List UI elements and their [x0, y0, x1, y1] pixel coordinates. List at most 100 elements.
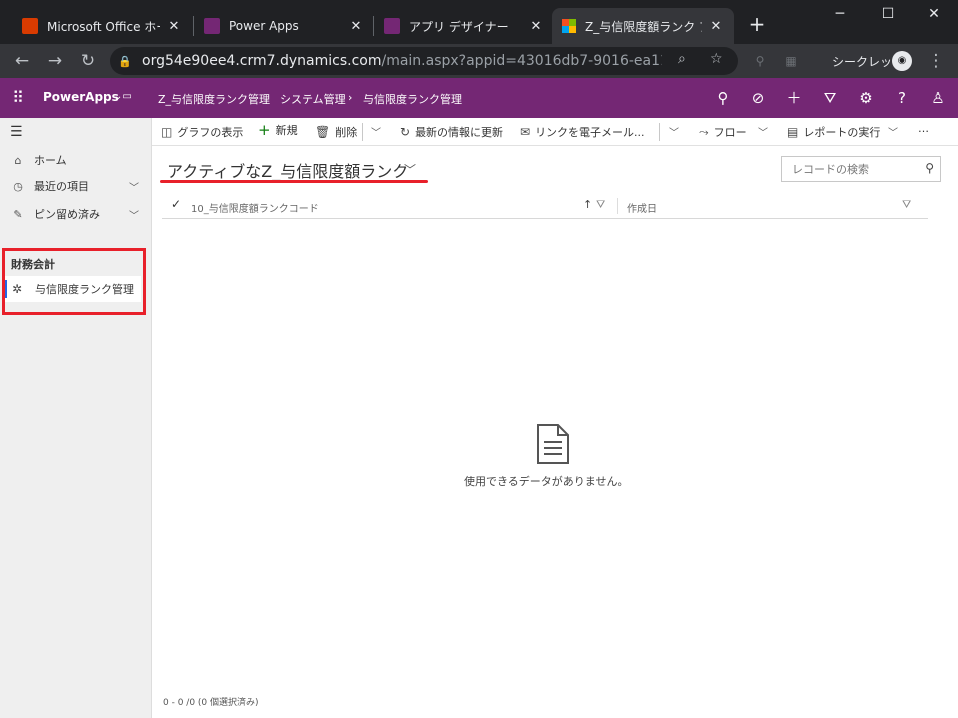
- tab-title: Z_与信限度額ランク アク: [585, 19, 702, 34]
- tab-title: Power Apps: [229, 19, 299, 33]
- divider: [659, 123, 660, 141]
- search-input[interactable]: [792, 162, 922, 176]
- browser-tab-powerapps[interactable]: Power Apps ✕: [194, 8, 374, 44]
- search-icon[interactable]: ⚲: [925, 161, 934, 175]
- select-all-checkbox[interactable]: ✓: [171, 197, 181, 211]
- email-link-button[interactable]: ✉ リンクを電子メール...: [520, 124, 645, 140]
- app-name[interactable]: PowerApps: [43, 90, 119, 104]
- column-header-code[interactable]: 10_与信限度額ランクコード: [191, 200, 319, 215]
- chevron-down-icon[interactable]: ﹀: [669, 124, 679, 139]
- forward-icon[interactable]: →: [43, 49, 67, 73]
- sidebar-item-pinned[interactable]: ✎ ピン留め済み ﹀: [0, 202, 151, 226]
- refresh-button[interactable]: ↻ 最新の情報に更新: [400, 124, 503, 140]
- filter-icon[interactable]: ⛛: [820, 88, 840, 108]
- filter-icon[interactable]: ⛛: [902, 198, 911, 212]
- add-icon: +: [258, 121, 271, 139]
- button-label: リンクを電子メール...: [535, 126, 645, 139]
- minimize-icon[interactable]: ─: [826, 6, 854, 26]
- sidebar: ☰ ⌂ ホーム ◷ 最近の項目 ﹀ ✎ ピン留め済み ﹀ 財務会計 ✲ 与信限度…: [0, 118, 152, 718]
- sidebar-item-label: 最近の項目: [34, 180, 89, 193]
- show-chart-button[interactable]: ◫ グラフの表示: [161, 124, 243, 140]
- sidebar-item-recent[interactable]: ◷ 最近の項目 ﹀: [0, 174, 151, 198]
- button-label: レポートの実行: [803, 126, 881, 139]
- microsoft-logo-icon: [562, 19, 576, 33]
- zoom-icon[interactable]: ⌕: [678, 51, 686, 67]
- sidebar-item-label: ピン留め済み: [34, 208, 100, 221]
- chevron-down-icon[interactable]: ﹀: [129, 207, 139, 222]
- chart-icon: ◫: [161, 125, 173, 139]
- breadcrumb-app[interactable]: Z_与信限度ランク管理: [158, 91, 270, 107]
- url-text[interactable]: org54e90ee4.crm7.dynamics.com/main.aspx?…: [142, 53, 662, 69]
- maximize-icon[interactable]: ☐: [874, 6, 902, 26]
- sort-ascending-icon[interactable]: ↑: [583, 198, 592, 211]
- command-bar: ◫ グラフの表示 + 新規 🗑 削除 ﹀ ↻ 最新の情報に更新 ✉ リンクを電子メール..…: [152, 118, 958, 146]
- task-icon[interactable]: ⊘: [748, 88, 768, 108]
- chevron-down-icon[interactable]: ﹀: [758, 124, 768, 139]
- button-label: 新規: [275, 124, 298, 137]
- refresh-icon: ↻: [400, 125, 411, 139]
- sidebar-item-home[interactable]: ⌂ ホーム: [0, 148, 151, 172]
- powerapps-icon: [384, 18, 400, 34]
- view-title[interactable]: アクティブなZ_与信限度額ランク: [167, 158, 408, 182]
- window-close-icon[interactable]: ✕: [920, 6, 948, 26]
- browser-tab-active[interactable]: Z_与信限度額ランク アク ✕: [552, 8, 734, 44]
- run-report-button[interactable]: ▤ レポートの実行: [787, 124, 880, 140]
- extension-icon[interactable]: ▦: [779, 49, 803, 73]
- app-header: ⠿ PowerApps ⌄▭ Z_与信限度ランク管理 システム管理 › 与信限度…: [0, 78, 958, 118]
- more-commands-button[interactable]: …: [918, 122, 929, 135]
- chevron-down-icon[interactable]: ﹀: [888, 124, 898, 139]
- hamburger-icon[interactable]: ☰: [10, 124, 23, 140]
- tab-title: アプリ デザイナー: [409, 19, 509, 34]
- record-search: ⚲: [781, 156, 941, 182]
- column-header-created[interactable]: 作成日: [627, 200, 657, 215]
- tab-title: Microsoft Office ホーム: [47, 19, 160, 34]
- chevron-down-icon[interactable]: ﹀: [371, 124, 381, 139]
- browser-tab-app-designer[interactable]: アプリ デザイナー ✕: [374, 8, 554, 44]
- divider: [362, 123, 363, 141]
- breadcrumb-entity[interactable]: 与信限度ランク管理: [363, 91, 462, 107]
- highlight-box: [2, 248, 146, 315]
- incognito-icon[interactable]: ◉: [892, 51, 912, 71]
- sidebar-item-label: ホーム: [34, 154, 67, 167]
- help-icon[interactable]: ?: [892, 88, 912, 108]
- browser-tab-office[interactable]: Microsoft Office ホーム ✕: [12, 8, 192, 44]
- close-icon[interactable]: ✕: [708, 19, 724, 34]
- clock-icon: ◷: [13, 179, 23, 193]
- address-bar[interactable]: 🔒 org54e90ee4.crm7.dynamics.com/main.asp…: [110, 47, 738, 75]
- back-icon[interactable]: ←: [10, 49, 34, 73]
- column-divider[interactable]: [617, 198, 618, 214]
- filter-icon[interactable]: ⛛: [596, 198, 605, 212]
- flow-icon: ⤳: [699, 124, 709, 139]
- chrome-menu-icon[interactable]: ⋮: [924, 49, 948, 73]
- record-count: 0 - 0 /0 (0 個選択済み): [163, 698, 259, 708]
- button-label: フロー: [713, 126, 747, 139]
- reload-icon[interactable]: ↻: [76, 49, 100, 73]
- chevron-down-icon[interactable]: ﹀: [404, 161, 416, 178]
- browser-tabstrip: Microsoft Office ホーム ✕ Power Apps ✕ アプリ …: [0, 0, 958, 44]
- url-host: org54e90ee4.crm7.dynamics.com: [142, 53, 382, 69]
- bookmark-star-icon[interactable]: ☆: [710, 51, 723, 67]
- app-launcher-icon[interactable]: ⠿: [8, 88, 28, 108]
- breadcrumb-area[interactable]: システム管理: [280, 91, 346, 107]
- extension-icon[interactable]: ⚲: [748, 49, 772, 73]
- button-label: …: [918, 122, 929, 135]
- close-icon[interactable]: ✕: [528, 19, 544, 34]
- flow-button[interactable]: ⤳ フロー: [699, 124, 747, 140]
- browser-toolbar: ← → ↻ 🔒 org54e90ee4.crm7.dynamics.com/ma…: [0, 44, 958, 78]
- button-label: グラフの表示: [177, 126, 244, 139]
- empty-message: 使用できるデータがありません。: [464, 475, 629, 488]
- settings-icon[interactable]: ⚙: [856, 88, 876, 108]
- close-icon[interactable]: ✕: [166, 19, 182, 34]
- user-icon[interactable]: ♙: [928, 88, 948, 108]
- new-button[interactable]: + 新規: [258, 121, 298, 139]
- new-tab-icon[interactable]: +: [746, 14, 768, 36]
- chevron-down-icon[interactable]: ﹀: [129, 179, 139, 194]
- url-path: /main.aspx?appid=43016db7-9016-ea11-a811…: [381, 53, 662, 69]
- highlight-underline: [160, 180, 428, 183]
- close-icon[interactable]: ✕: [348, 19, 364, 34]
- delete-button[interactable]: 🗑 削除: [315, 124, 357, 140]
- grid-header: ✓ 10_与信限度額ランクコード ↑ ⛛ 作成日 ⛛: [162, 194, 928, 219]
- app-switcher-icon[interactable]: ⌄▭: [114, 91, 132, 102]
- search-icon[interactable]: ⚲: [713, 88, 733, 108]
- add-icon[interactable]: ＋: [784, 88, 804, 108]
